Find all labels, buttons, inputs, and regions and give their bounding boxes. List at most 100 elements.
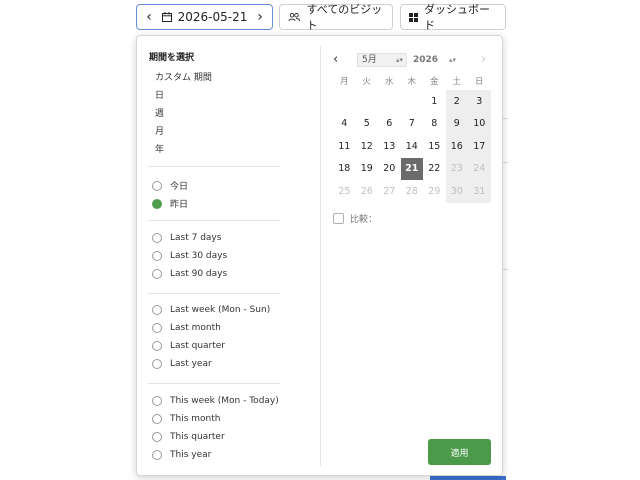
calendar-week-row: 123 — [333, 90, 491, 113]
preset-label: Last 7 days — [170, 233, 222, 243]
calendar-day[interactable]: 7 — [401, 113, 424, 136]
weekday-label: 水 — [384, 77, 394, 87]
calendar-day[interactable]: 6 — [378, 113, 401, 136]
radio-button[interactable] — [152, 341, 162, 351]
calendar-day[interactable]: 19 — [356, 158, 379, 181]
preset-label: This month — [170, 414, 221, 424]
calendar-icon — [161, 12, 172, 22]
apply-button[interactable]: 適用 — [428, 439, 491, 465]
calendar-day[interactable]: 5 — [356, 113, 379, 136]
period-option-year[interactable]: 年 — [155, 142, 164, 155]
calendar-day[interactable]: 14 — [401, 135, 424, 158]
calendar-day[interactable]: 17 — [468, 135, 491, 158]
preset-this-month[interactable]: This month — [152, 414, 220, 424]
calendar-day-disabled: 31 — [468, 180, 491, 203]
calendar-day[interactable]: 22 — [423, 158, 446, 181]
year-select[interactable]: 2026 ▴▾ — [413, 53, 459, 67]
calendar-day[interactable]: 12 — [356, 135, 379, 158]
calendar-day[interactable]: 13 — [378, 135, 401, 158]
radio-button[interactable] — [152, 450, 162, 460]
calendar-day[interactable]: 3 — [468, 90, 491, 113]
calendar-day[interactable]: 20 — [378, 158, 401, 181]
section-divider — [148, 293, 280, 294]
calendar-day[interactable]: 16 — [445, 135, 468, 158]
preset-today[interactable]: 今日 — [152, 179, 188, 192]
calendar-day[interactable]: 2 — [445, 90, 468, 113]
calendar-week-row: 4 5 6 7 8 9 10 — [333, 112, 491, 136]
preset-label: This quarter — [170, 432, 225, 442]
calendar-day-disabled: 25 — [338, 185, 351, 197]
date-value: 2026-05-21 — [177, 10, 248, 24]
next-period-icon[interactable]: › — [254, 9, 266, 25]
compare-row[interactable]: 比較： — [333, 212, 377, 225]
period-selector-popup: 期間を選択 カスタム 期間 日 週 月 年 今日 昨日 Last 7 days … — [136, 35, 503, 476]
period-option-week[interactable]: 週 — [155, 106, 164, 119]
next-month-icon[interactable]: › — [481, 52, 486, 68]
previous-month-icon[interactable]: ‹ — [333, 52, 338, 68]
period-option-custom[interactable]: カスタム 期間 — [155, 70, 212, 83]
bg-blue-bar — [430, 476, 506, 480]
radio-button[interactable] — [152, 432, 162, 442]
calendar-day[interactable]: 4 — [333, 113, 356, 136]
calendar-day[interactable]: 15 — [423, 135, 446, 158]
compare-checkbox[interactable] — [333, 213, 344, 224]
date-picker-button[interactable]: ‹ 2026-05-21 › — [136, 4, 273, 30]
calendar-day-disabled: 24 — [468, 157, 491, 180]
calendar-header: ‹ 5月 ▴▾ 2026 ▴▾ › — [333, 52, 491, 68]
calendar-day[interactable]: 8 — [423, 113, 446, 136]
preset-last-month[interactable]: Last month — [152, 323, 221, 333]
preset-this-week[interactable]: This week (Mon - Today) — [152, 396, 279, 406]
month-select[interactable]: 5月 ▴▾ — [357, 53, 407, 67]
calendar-week-row: 25 26 27 28 29 30 31 — [333, 180, 491, 203]
preset-label: Last 90 days — [170, 269, 228, 279]
preset-this-quarter[interactable]: This quarter — [152, 432, 225, 442]
calendar-day-disabled: 27 — [383, 185, 396, 197]
radio-button[interactable] — [152, 323, 162, 333]
calendar-empty-cell — [356, 90, 379, 113]
dashboard-button[interactable]: ダッシュボード — [400, 3, 506, 32]
preset-label: 今日 — [170, 182, 189, 192]
preset-last-7-days[interactable]: Last 7 days — [152, 233, 221, 243]
weekday-label: 土 — [452, 77, 461, 87]
calendar-day-selected[interactable]: 21 — [400, 157, 423, 180]
radio-button[interactable] — [152, 414, 162, 424]
calendar-empty-cell — [333, 90, 356, 113]
radio-button[interactable] — [152, 180, 162, 191]
dashboard-icon — [409, 12, 418, 22]
radio-button[interactable] — [152, 233, 162, 243]
period-option-month[interactable]: 月 — [155, 124, 164, 137]
calendar-day[interactable]: 10 — [468, 112, 491, 135]
calendar-day[interactable]: 18 — [333, 158, 356, 181]
radio-button[interactable] — [152, 269, 162, 279]
preset-last-quarter[interactable]: Last quarter — [152, 341, 225, 351]
month-value: 5月 — [362, 55, 377, 65]
calendar-day[interactable]: 11 — [333, 135, 356, 158]
date-display[interactable]: 2026-05-21 — [161, 10, 248, 24]
preset-last-week[interactable]: Last week (Mon - Sun) — [152, 305, 270, 315]
users-icon — [288, 12, 301, 22]
background-page — [503, 0, 640, 480]
weekday-label: 木 — [407, 77, 416, 87]
preset-label: Last month — [170, 323, 221, 333]
weekday-label: 日 — [474, 77, 484, 87]
preset-last-year[interactable]: Last year — [152, 359, 212, 369]
weekday-label: 火 — [362, 77, 371, 87]
preset-label: Last week (Mon - Sun) — [170, 305, 271, 315]
radio-button[interactable] — [152, 396, 162, 406]
radio-button[interactable] — [152, 251, 162, 261]
preset-last-90-days[interactable]: Last 90 days — [152, 269, 227, 279]
previous-period-icon[interactable]: ‹ — [143, 9, 155, 25]
preset-this-year[interactable]: This year — [152, 450, 211, 460]
section-divider — [148, 383, 280, 384]
period-option-day[interactable]: 日 — [155, 88, 164, 101]
compare-label: 比較： — [350, 215, 378, 225]
calendar-day[interactable]: 9 — [445, 112, 468, 135]
all-visits-button[interactable]: すべてのビジット — [279, 3, 393, 32]
period-title: 期間を選択 — [149, 53, 195, 63]
radio-button[interactable] — [152, 359, 162, 369]
radio-button[interactable] — [152, 305, 162, 315]
preset-last-30-days[interactable]: Last 30 days — [152, 251, 227, 261]
calendar-day[interactable]: 1 — [423, 90, 446, 113]
preset-yesterday[interactable]: 昨日 — [152, 197, 188, 210]
radio-button[interactable] — [152, 198, 162, 209]
